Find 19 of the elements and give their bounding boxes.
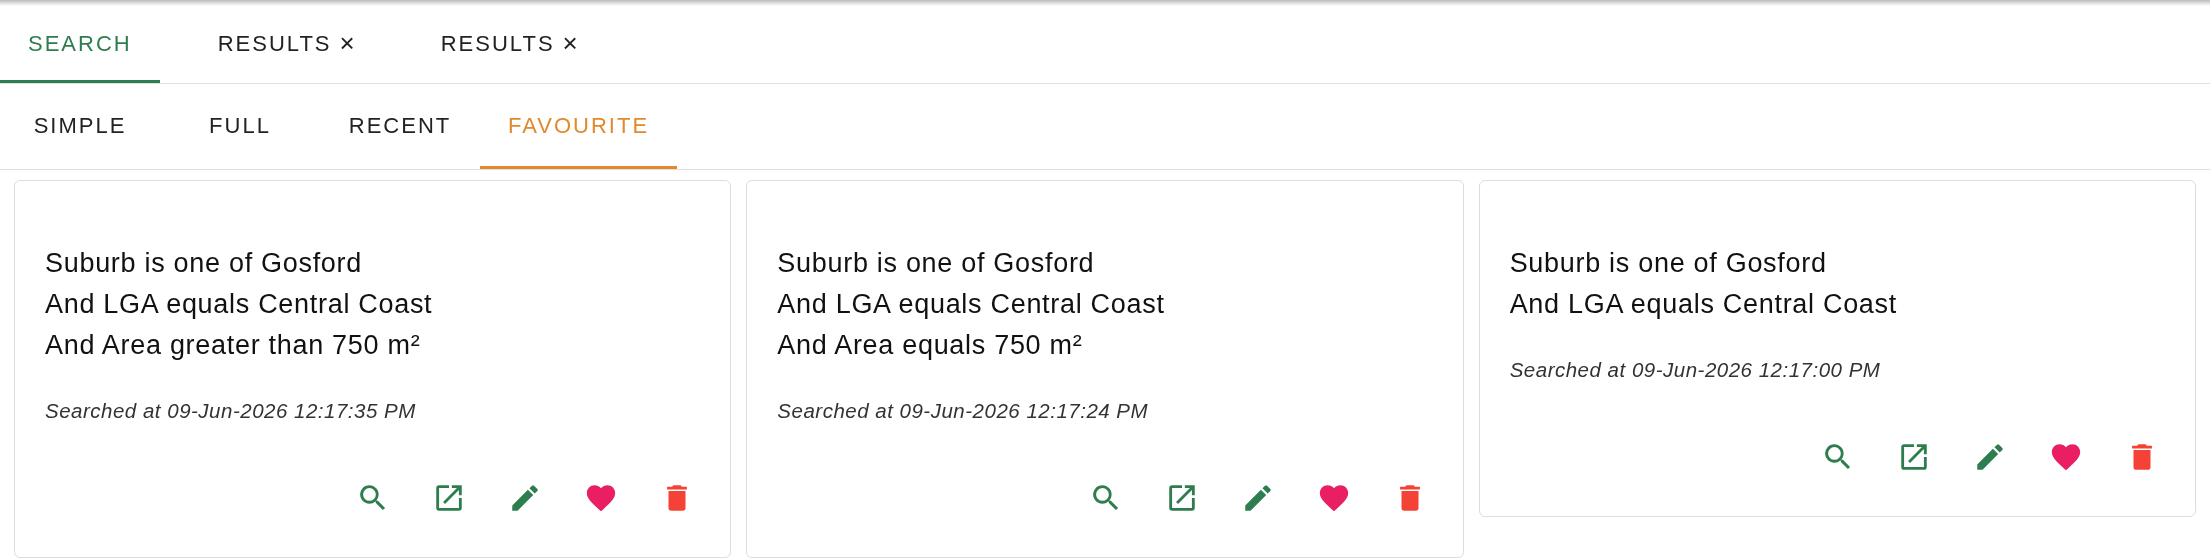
search-timestamp: Searched at 09-Jun-2026 12:17:00 PM [1509,357,1882,383]
criteria-line: Suburb is one of Gosford [777,247,1096,280]
search-timestamp: Searched at 09-Jun-2026 12:17:35 PM [45,398,417,424]
tab[interactable]: FULL [160,84,320,169]
tab[interactable]: RESULTS × [412,6,606,83]
criteria-line: Suburb is one of Gosford [45,247,363,280]
criteria-line: And Area greater than 750 m² [45,329,422,362]
criteria-line: And LGA equals Central Coast [45,288,434,321]
tab[interactable]: RESULTS × [189,6,383,83]
criteria-line: Suburb is one of Gosford [1509,247,1828,280]
close-icon[interactable]: × [339,23,355,63]
tab[interactable]: SEARCH [0,6,160,83]
search-timestamp: Searched at 09-Jun-2026 12:17:24 PM [777,398,1150,424]
criteria-line: And LGA equals Central Coast [777,288,1166,321]
criteria-line: And Area equals 750 m² [777,329,1084,362]
tab[interactable]: RECENT [320,84,480,169]
close-icon[interactable]: × [562,23,578,63]
tab[interactable]: SIMPLE [0,84,160,169]
criteria-line: And LGA equals Central Coast [1509,288,1898,321]
